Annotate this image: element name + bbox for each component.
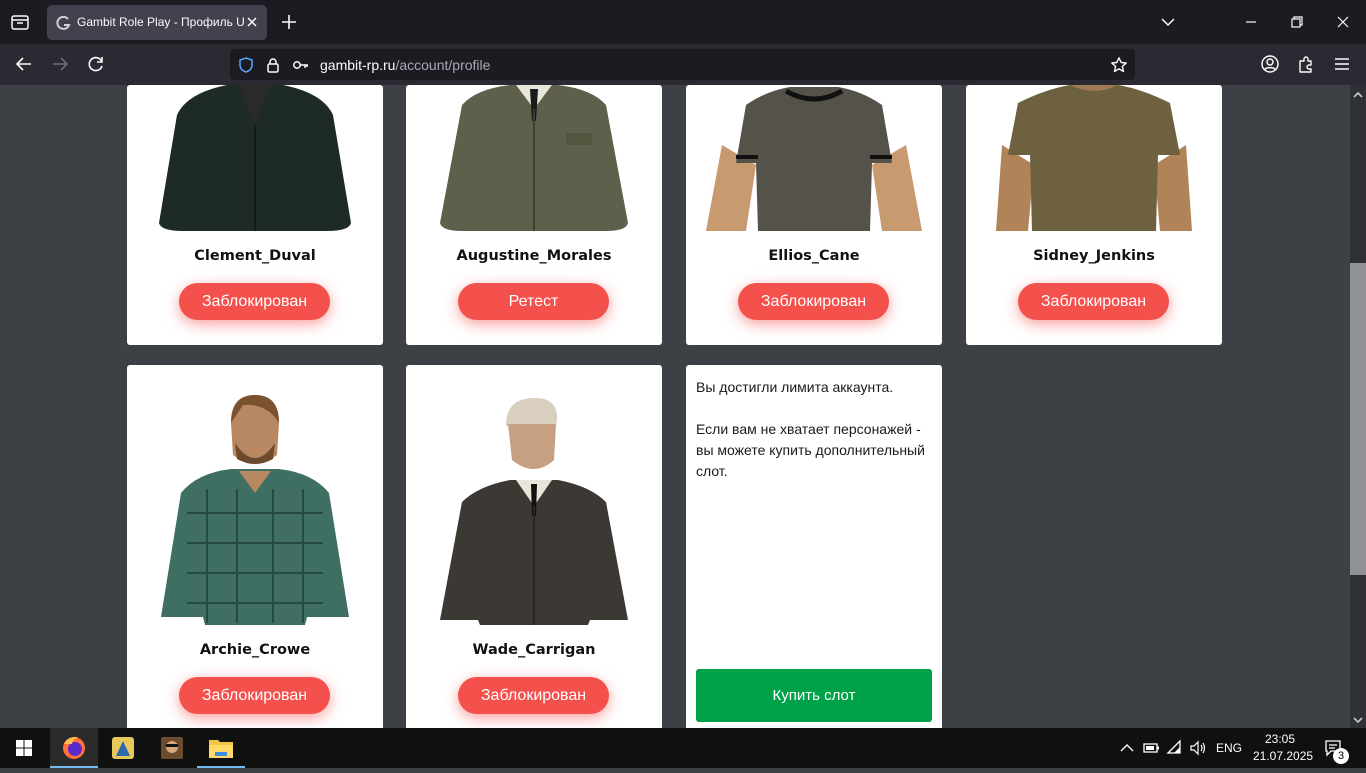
character-name: Sidney_Jenkins [1033,248,1155,264]
folder-icon[interactable] [197,728,245,768]
url-text[interactable]: gambit-rp.ru/account/profile [320,57,490,73]
character-skin-image [686,85,942,231]
scroll-down-icon[interactable] [1352,713,1364,725]
clock-time[interactable]: 23:05 [1265,732,1295,746]
character-card[interactable]: Sidney_Jenkins Заблокирован [966,85,1222,345]
account-limit-card: Вы достигли лимита аккаунта. Если вам не… [686,365,942,728]
character-name: Ellios_Cane [768,248,860,264]
character-skin-image [406,398,662,625]
battery-icon[interactable] [1141,738,1161,758]
gambit-favicon [56,15,72,31]
firefox-icon[interactable] [50,728,98,768]
account-icon[interactable] [1260,54,1280,74]
restore-icon[interactable] [1287,12,1307,32]
character-name: Wade_Carrigan [472,642,596,658]
limit-hint: Если вам не хватает персонажей - вы може… [696,421,925,479]
character-skin-image [406,85,662,231]
page-content: Clement_Duval Заблокирован Augustine_Mor… [0,85,1350,728]
character-card[interactable]: Clement_Duval Заблокирован [127,85,383,345]
scroll-thumb[interactable] [1350,263,1366,575]
taskbar: ENG 23:05 21.07.2025 3 [0,728,1366,768]
status-button[interactable]: Заблокирован [458,677,609,714]
chevron-down-icon[interactable] [1158,12,1178,32]
account-limit-text: Вы достигли лимита аккаунта. Если вам не… [696,377,936,482]
url-path: /account/profile [395,57,491,73]
browser-tab-strip: Gambit Role Play - Профиль UC [0,0,1366,44]
status-button[interactable]: Ретест [458,283,609,320]
close-window-icon[interactable] [1333,12,1353,32]
shield-icon[interactable] [237,56,255,74]
reload-icon[interactable] [86,54,106,74]
character-card[interactable]: Augustine_Morales Ретест [406,85,662,345]
status-button[interactable]: Заблокирован [1018,283,1169,320]
character-card[interactable]: Ellios_Cane Заблокирован [686,85,942,345]
browser-nav-bar: gambit-rp.ru/account/profile [0,44,1366,85]
chevron-up-icon[interactable] [1117,738,1137,758]
tab-list-icon[interactable] [8,10,32,34]
avatar-app-icon[interactable] [148,728,196,768]
language-indicator[interactable]: ENG [1216,741,1242,755]
page-scrollbar[interactable] [1350,85,1366,728]
plus-icon[interactable] [279,12,299,32]
status-button[interactable]: Заблокирован [738,283,889,320]
browser-tab[interactable]: Gambit Role Play - Профиль UC [47,5,267,40]
limit-message: Вы достигли лимита аккаунта. [696,379,894,395]
character-card[interactable]: Wade_Carrigan Заблокирован [406,365,662,728]
character-name: Augustine_Morales [456,248,612,264]
back-icon[interactable] [14,54,34,74]
url-domain: gambit-rp.ru [320,57,396,73]
game-icon[interactable] [99,728,147,768]
minimize-icon[interactable] [1241,12,1261,32]
character-skin-image [966,85,1222,231]
tab-title: Gambit Role Play - Профиль UC [77,15,245,29]
clock-date[interactable]: 21.07.2025 [1253,749,1313,763]
wifi-icon[interactable] [1165,738,1185,758]
menu-icon[interactable] [1332,54,1352,74]
notification-count-badge: 3 [1333,748,1349,764]
status-button[interactable]: Заблокирован [179,677,330,714]
windows-start-icon[interactable] [0,728,48,768]
star-icon[interactable] [1110,56,1128,74]
key-icon[interactable] [292,56,310,74]
lock-icon[interactable] [264,56,282,74]
character-skin-image [127,393,383,625]
close-icon[interactable] [243,13,261,31]
character-skin-image [127,85,383,231]
character-name: Archie_Crowe [199,642,311,658]
character-name: Clement_Duval [194,248,316,264]
status-button[interactable]: Заблокирован [179,283,330,320]
url-bar[interactable]: gambit-rp.ru/account/profile [230,49,1135,80]
extensions-icon[interactable] [1296,54,1316,74]
scroll-up-icon[interactable] [1352,88,1364,100]
buy-slot-button[interactable]: Купить слот [696,669,932,722]
forward-icon[interactable] [50,54,70,74]
volume-icon[interactable] [1188,738,1208,758]
character-card[interactable]: Archie_Crowe Заблокирован [127,365,383,728]
